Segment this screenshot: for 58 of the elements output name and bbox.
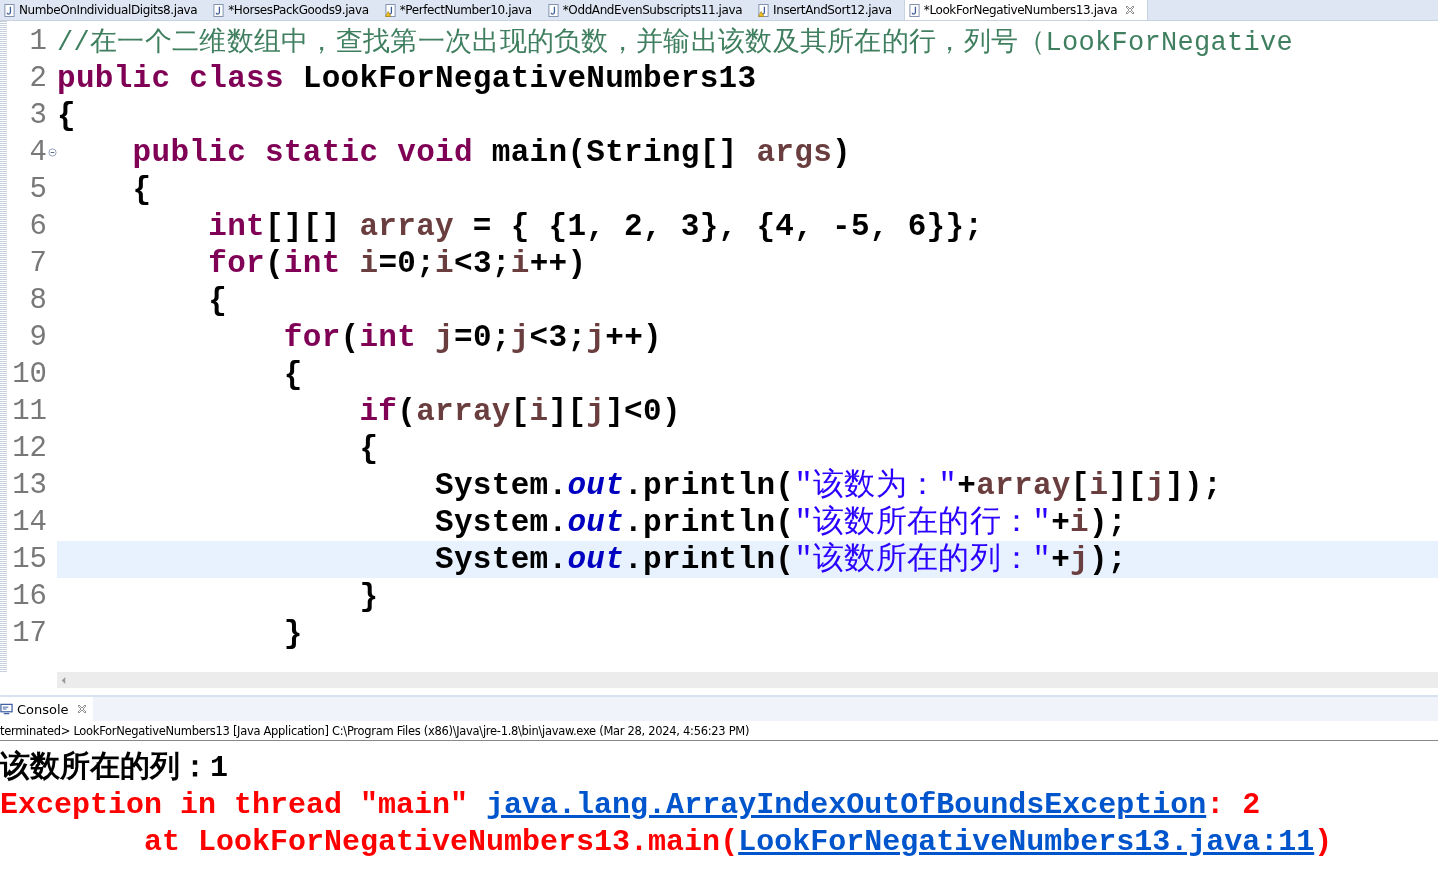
code-line: } — [282, 615, 304, 652]
scroll-left-icon[interactable] — [60, 675, 67, 685]
fold-icon[interactable] — [48, 148, 57, 157]
code-line: //在一个二维数组中，查找第一次出现的负数，并输出该数及其所在的行，列号（LookForNegative — [57, 26, 1295, 60]
code-line: { — [57, 97, 77, 134]
code-line: for(int i=0;i<3;i++) — [207, 245, 588, 282]
close-icon[interactable] — [1125, 5, 1136, 15]
horizontal-scrollbar[interactable] — [57, 672, 1438, 688]
monitor-icon — [0, 703, 13, 715]
line-number: 10 — [12, 357, 47, 393]
editor-tab[interactable]: *PerfectNumber10.java — [380, 0, 544, 20]
code-line: { — [358, 430, 380, 467]
link[interactable]: java.lang.ArrayIndexOutOfBoundsException — [486, 788, 1207, 822]
java-file-icon — [213, 3, 225, 17]
console-line: Exception in thread "main" java.lang.ArrayIndexOutOfBoundsException: 2 — [0, 787, 1262, 824]
code-line: System.out.println("该数为："+array[i][j]); — [434, 467, 1223, 504]
editor-tab[interactable]: *HorsesPackGoods9.java — [209, 0, 381, 20]
line-number: 14 — [12, 505, 47, 541]
line-number: 2 — [29, 61, 47, 97]
close-icon[interactable] — [76, 704, 87, 714]
console-line: 该数所在的列：1 — [0, 750, 229, 787]
code-line: public class LookForNegativeNumbers13 — [57, 60, 758, 97]
code-line: { — [282, 356, 304, 393]
java-file-icon — [908, 3, 920, 17]
java-file-warning-icon — [758, 3, 770, 17]
code-line: System.out.println("该数所在的行："+i); — [434, 504, 1128, 541]
editor-tab[interactable]: NumbeOnIndividualDigits8.java — [0, 0, 210, 20]
editor-tab[interactable]: InsertAndSort12.java — [754, 0, 904, 20]
line-number: 8 — [29, 283, 47, 319]
line-number: 11 — [12, 394, 47, 430]
code-line: public static void main(String[] args) — [131, 134, 852, 171]
line-number: 9 — [29, 320, 47, 356]
line-number: 1 — [29, 24, 47, 60]
line-number: 6 — [29, 209, 47, 245]
line-number: 3 — [29, 98, 47, 134]
line-number: 17 — [12, 616, 47, 652]
line-number: 16 — [12, 579, 47, 615]
code-line: } — [358, 578, 380, 615]
line-number: 15 — [12, 542, 47, 578]
line-number: 13 — [12, 468, 47, 504]
line-number: 5 — [29, 172, 47, 208]
code-line: { — [131, 171, 153, 208]
code-line: if(array[i][j]<0) — [358, 393, 682, 430]
editor-tab[interactable]: *LookForNegativeNumbers13.java — [903, 0, 1149, 20]
console-tab[interactable]: Console — [0, 697, 93, 721]
link[interactable]: LookForNegativeNumbers13.java:11 — [738, 825, 1315, 859]
editor-tab[interactable]: *OddAndEvenSubscripts11.java — [543, 0, 755, 20]
code-line: int[][] array = { {1, 2, 3}, {4, -5, 6}}; — [207, 208, 985, 245]
java-file-icon — [4, 3, 15, 17]
code-line: for(int j=0;j<3;j++) — [282, 319, 663, 356]
console-line: at LookForNegativeNumbers13.main(LookForNegativeNumbers13.java:11) — [143, 824, 1334, 861]
line-number: 12 — [12, 431, 47, 467]
console-status: terminated> LookForNegativeNumbers13 [Java Application] C:\Program Files (x86)\Java\jre-1.8\bin\javaw.exe (Mar 28, 2024, 4:56:23 PM) — [0, 721, 1438, 741]
java-file-icon — [547, 3, 559, 17]
line-number: 4 — [29, 135, 47, 171]
java-file-warning-icon — [384, 3, 396, 17]
code-line: { — [207, 282, 229, 319]
line-number: 7 — [29, 246, 47, 282]
